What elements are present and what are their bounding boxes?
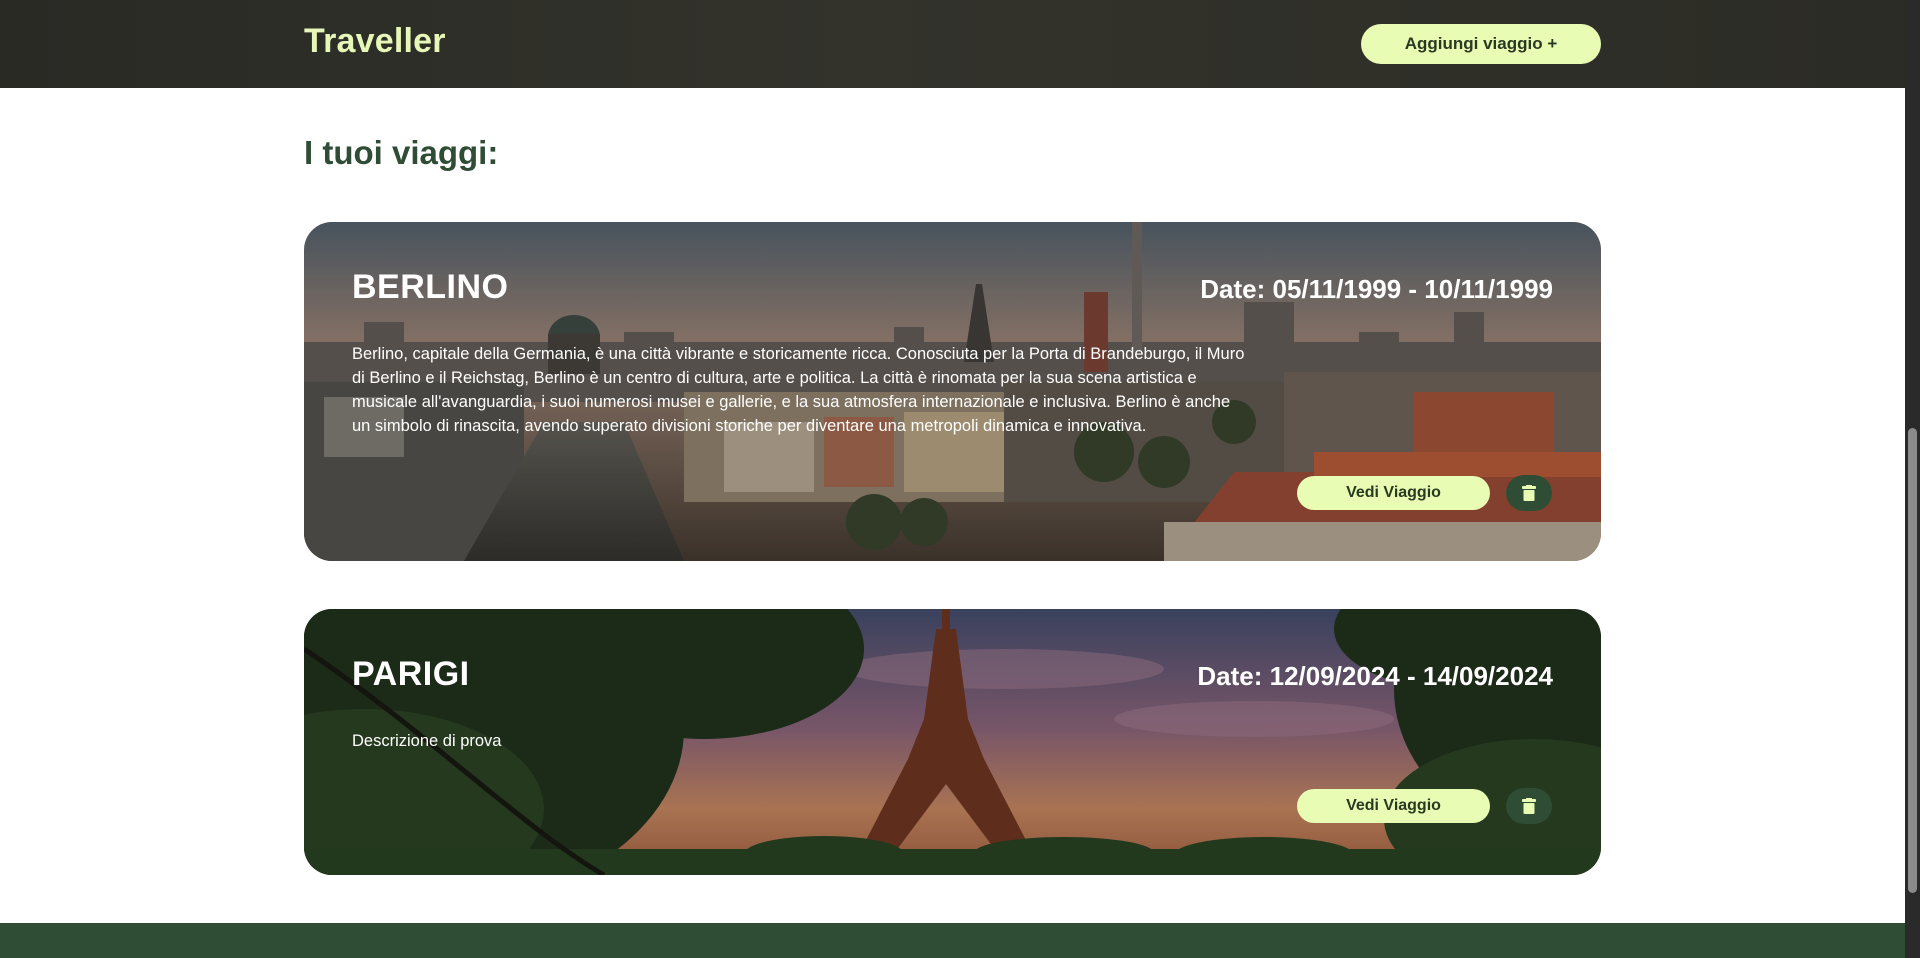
trip-dates: Date: 12/09/2024 - 14/09/2024 xyxy=(1197,661,1553,691)
trip-card-berlino: BERLINO Date: 05/11/1999 - 10/11/1999 Be… xyxy=(304,222,1601,561)
app-logo[interactable]: Traveller xyxy=(304,22,446,61)
trip-dates: Date: 05/11/1999 - 10/11/1999 xyxy=(1200,274,1553,304)
page-footer xyxy=(0,923,1905,958)
vertical-scrollbar[interactable] xyxy=(1905,0,1920,958)
trip-description: Berlino, capitale della Germania, è una … xyxy=(352,345,1245,435)
trash-icon xyxy=(1522,485,1536,501)
delete-trip-button[interactable] xyxy=(1506,788,1552,824)
scrollbar-thumb[interactable] xyxy=(1908,428,1917,893)
trip-city-title: PARIGI xyxy=(352,655,470,693)
page-title: I tuoi viaggi: xyxy=(304,134,499,171)
top-navbar: Traveller Aggiungi viaggio + xyxy=(0,0,1905,88)
trash-icon xyxy=(1522,798,1536,814)
trip-city-title: BERLINO xyxy=(352,268,509,306)
delete-trip-button[interactable] xyxy=(1506,475,1552,511)
trip-description: Descrizione di prova xyxy=(352,732,502,750)
view-trip-button[interactable]: Vedi Viaggio xyxy=(1297,476,1490,510)
trip-card-parigi: PARIGI Date: 12/09/2024 - 14/09/2024 Des… xyxy=(304,609,1601,875)
view-trip-button[interactable]: Vedi Viaggio xyxy=(1297,789,1490,823)
add-trip-button[interactable]: Aggiungi viaggio + xyxy=(1361,24,1601,64)
